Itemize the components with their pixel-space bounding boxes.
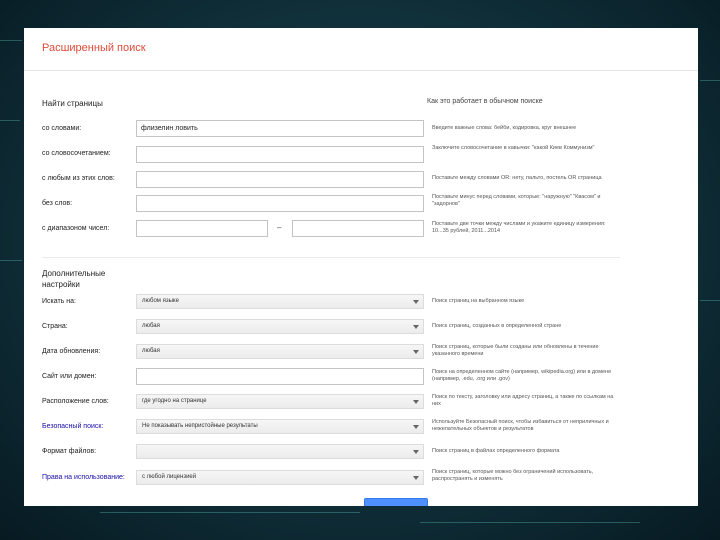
exact-phrase-input[interactable] — [136, 146, 424, 163]
header-divider — [24, 70, 698, 71]
terms-appearing-label: Расположение слов: — [42, 398, 109, 405]
background-streak — [0, 40, 22, 41]
background-streak — [0, 120, 20, 121]
terms-appearing-hint: Поиск по тексту, заголовку или адресу ст… — [432, 394, 614, 407]
safesearch-link[interactable]: Безопасный поиск: — [42, 423, 103, 430]
file-type-select[interactable] — [136, 444, 424, 459]
any-words-label: с любым из этих слов: — [42, 175, 115, 182]
none-words-hint: Поставьте минус перед словами, которые: … — [432, 194, 601, 207]
last-update-hint: Поиск страниц, которые были созданы или … — [432, 344, 599, 357]
number-range-to-input[interactable] — [292, 220, 424, 237]
last-update-select[interactable]: любая — [136, 344, 424, 359]
region-select[interactable]: любая — [136, 319, 424, 334]
file-type-hint: Поиск страниц в файлах определенного фор… — [432, 448, 560, 454]
background-streak — [700, 80, 720, 81]
all-words-input[interactable]: флизелин ловить — [136, 120, 424, 137]
safesearch-hint: Используйте Безопасный поиск, чтобы изба… — [432, 419, 609, 432]
usage-rights-select[interactable]: с любой лицензией — [136, 470, 424, 485]
usage-rights-hint: Поиск страниц, которые можно без огранич… — [432, 469, 594, 482]
region-label: Страна: — [42, 323, 68, 330]
chevron-down-icon — [413, 425, 419, 429]
language-label: Искать на: — [42, 298, 76, 305]
advanced-search-panel: Расширенный поиск Найти страницы Как это… — [24, 28, 698, 506]
find-pages-heading: Найти страницы — [42, 99, 103, 108]
any-words-hint: Поставьте между словами OR: нету, пальто… — [432, 175, 602, 181]
language-select[interactable]: любом языке — [136, 294, 424, 309]
chevron-down-icon — [413, 476, 419, 480]
background-streak — [0, 260, 22, 261]
section-divider — [42, 257, 620, 258]
none-words-label: без слов: — [42, 200, 73, 207]
chevron-down-icon — [413, 400, 419, 404]
background-streak — [420, 522, 640, 523]
terms-appearing-select-value: где угодно на странице — [142, 398, 207, 404]
last-update-select-value: любая — [142, 348, 160, 354]
terms-appearing-select[interactable]: где угодно на странице — [136, 394, 424, 409]
any-words-input[interactable] — [136, 171, 424, 188]
number-range-separator: – — [277, 223, 282, 232]
chevron-down-icon — [413, 325, 419, 329]
safesearch-select-value: Не показывать непристойные результаты — [142, 423, 258, 429]
language-hint: Поиск страниц на выбранном языке — [432, 298, 525, 304]
site-domain-label: Сайт или домен: — [42, 373, 97, 380]
page-title: Расширенный поиск — [42, 42, 146, 54]
number-range-hint: Поставьте две точки между числами и укаж… — [432, 221, 606, 234]
extra-settings-heading: Дополнительные настройки — [42, 269, 106, 289]
advanced-search-button[interactable] — [364, 498, 428, 506]
chevron-down-icon — [413, 300, 419, 304]
region-select-value: любая — [142, 323, 160, 329]
how-it-works-heading: Как это работает в обычном поиске — [427, 98, 543, 105]
usage-rights-link[interactable]: Права на использование: — [42, 474, 125, 481]
all-words-hint: Введите важные слова: бейби, кодировка, … — [432, 125, 577, 131]
usage-rights-select-value: с любой лицензией — [142, 474, 197, 480]
number-range-from-input[interactable] — [136, 220, 268, 237]
chevron-down-icon — [413, 450, 419, 454]
language-select-value: любом языке — [142, 298, 179, 304]
chevron-down-icon — [413, 350, 419, 354]
all-words-label: со словами: — [42, 125, 82, 132]
site-domain-hint: Поиск на определенном сайте (например, w… — [432, 369, 612, 382]
file-type-label: Формат файлов: — [42, 448, 97, 455]
none-words-input[interactable] — [136, 195, 424, 212]
safesearch-select[interactable]: Не показывать непристойные результаты — [136, 419, 424, 434]
site-domain-input[interactable] — [136, 368, 424, 385]
exact-phrase-hint: Заключите словосочетание в кавычки: "как… — [432, 145, 595, 151]
region-hint: Поиск страниц, созданных в определенной … — [432, 323, 562, 329]
background-streak — [100, 512, 360, 513]
number-range-label: с диапазоном чисел: — [42, 225, 110, 232]
exact-phrase-label: со словосочетанием: — [42, 150, 111, 157]
last-update-label: Дата обновления: — [42, 348, 101, 355]
background-streak — [700, 300, 720, 301]
